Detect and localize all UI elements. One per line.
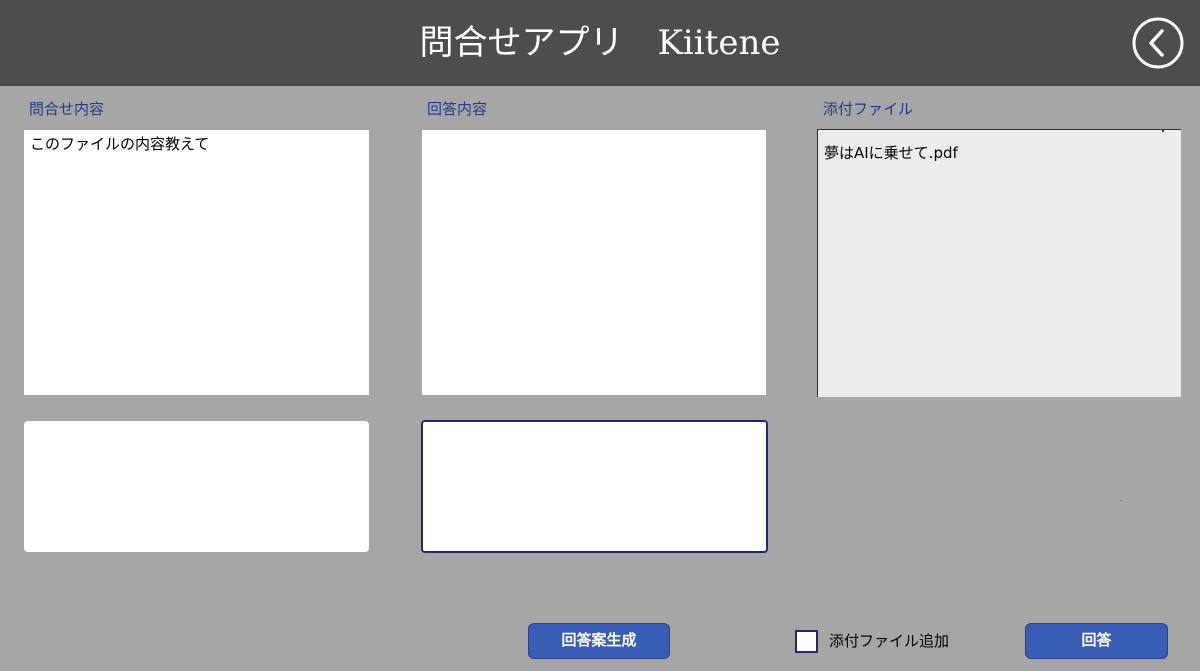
- attach-file-checkbox[interactable]: [795, 630, 818, 653]
- inquiry-label: 問合せ内容: [29, 100, 105, 118]
- answer-label: 回答内容: [427, 100, 488, 118]
- app-header: 問合せアプリ Kiitene: [0, 0, 1200, 86]
- attachment-list[interactable]: 夢はAIに乗せて.pdf: [817, 128, 1181, 397]
- inquiry-text: このファイルの内容教えて: [30, 135, 210, 153]
- chevron-left-circle-icon: [1132, 17, 1184, 69]
- answer-secondary-input[interactable]: [421, 420, 768, 553]
- attachment-label: 添付ファイル: [823, 100, 914, 118]
- generate-answer-button[interactable]: 回答案生成: [528, 623, 670, 659]
- answer-button[interactable]: 回答: [1025, 623, 1168, 659]
- back-button[interactable]: [1132, 17, 1184, 69]
- attach-file-checkbox-label: 添付ファイル追加: [829, 632, 950, 650]
- inquiry-secondary-input[interactable]: [24, 421, 369, 552]
- inquiry-textarea[interactable]: このファイルの内容教えて: [24, 130, 369, 395]
- stray-dot: [1121, 500, 1122, 501]
- answer-textarea[interactable]: [422, 130, 766, 395]
- app-title: 問合せアプリ Kiitene: [419, 23, 781, 63]
- attachment-file-name[interactable]: 夢はAIに乗せて.pdf: [824, 143, 958, 163]
